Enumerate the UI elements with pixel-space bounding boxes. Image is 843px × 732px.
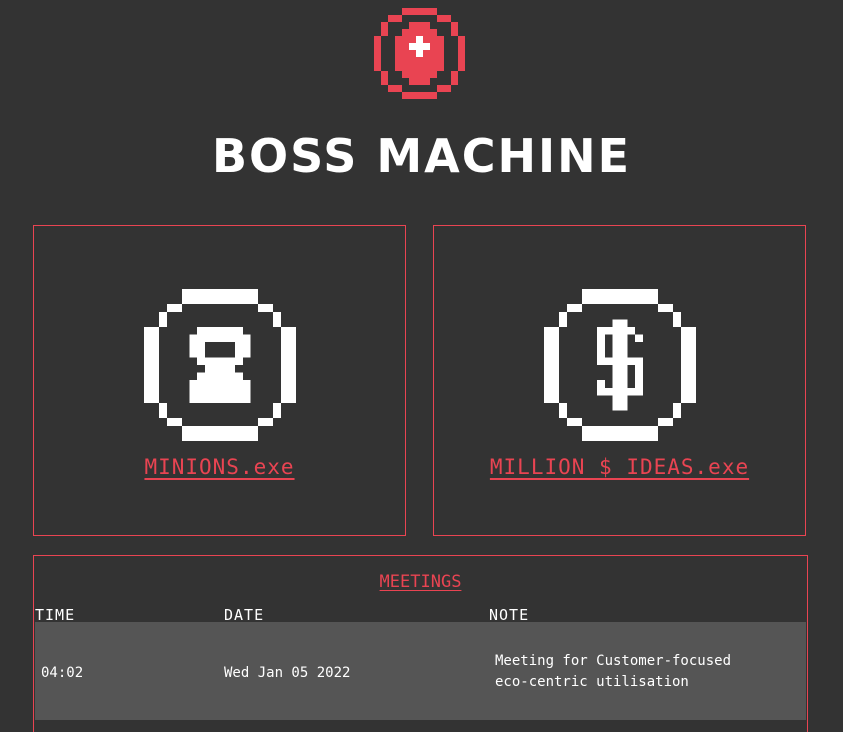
meeting-time: 04:02 (41, 665, 84, 681)
boss-machine-logo-icon (374, 8, 465, 99)
dollar-coin-icon (544, 289, 696, 441)
meetings-link[interactable]: MEETINGS (34, 572, 807, 592)
minion-icon (144, 289, 296, 441)
meetings-panel: MEETINGS TIME DATE NOTE 04:02 Wed Jan 05… (33, 555, 808, 732)
meeting-date: Wed Jan 05 2022 (224, 665, 351, 681)
minions-link[interactable]: MINIONS.exe (34, 455, 405, 479)
meeting-note: Meeting for Customer-focused eco-centric… (495, 653, 732, 690)
app-title: BOSS MACHINE (211, 129, 632, 183)
million-ideas-link[interactable]: MILLION $ IDEAS.exe (434, 455, 805, 479)
meeting-row[interactable]: 04:02 Wed Jan 05 2022 Meeting for Custom… (35, 622, 806, 720)
minions-card[interactable]: MINIONS.exe (33, 225, 406, 536)
million-ideas-card[interactable]: MILLION $ IDEAS.exe (433, 225, 806, 536)
